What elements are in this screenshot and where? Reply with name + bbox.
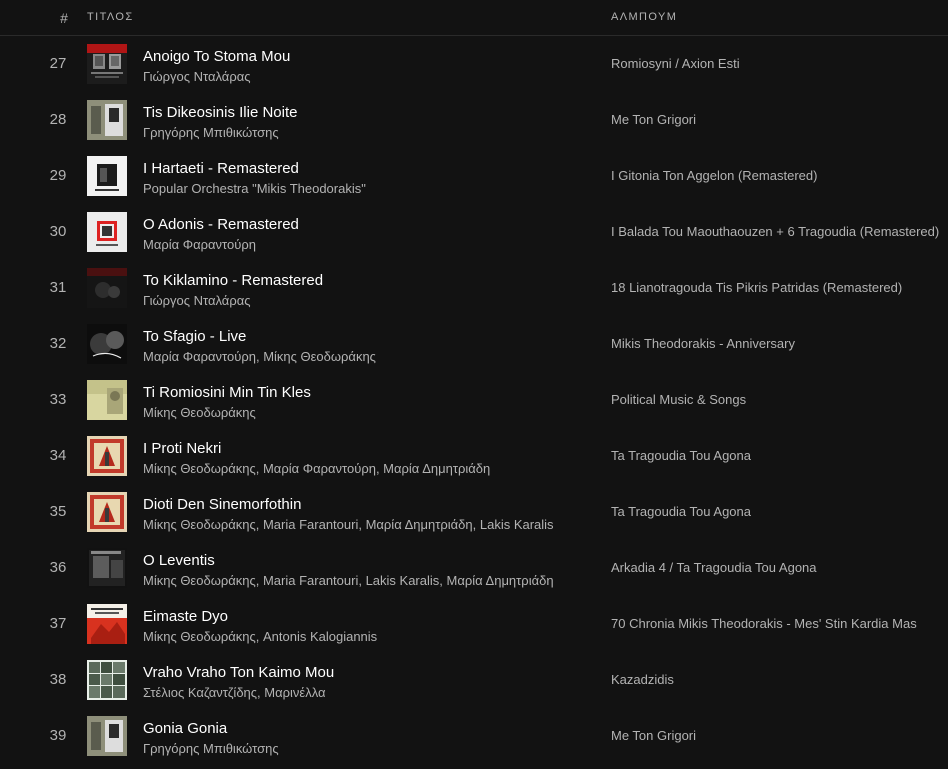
track-rows: 27 Anoigo To Stoma Mou Γιώργος Νταλάρας Rom… xyxy=(0,36,948,764)
album-cover-image xyxy=(87,44,127,84)
track-artist-link[interactable]: Μαρία Φαραντούρη xyxy=(143,237,256,252)
track-row[interactable]: 28 Tis Dikeosinis Ilie Noite Γρηγόρης Μπιθ… xyxy=(0,92,948,148)
album-cover-image xyxy=(87,660,127,700)
track-album-link[interactable]: Romiosyni / Axion Esti xyxy=(611,56,948,71)
track-title-link[interactable]: Ti Romiosini Min Tin Kles xyxy=(143,384,311,401)
track-title-link[interactable]: Gonia Gonia xyxy=(143,720,227,737)
album-cover-image xyxy=(87,156,127,196)
tracklist: # ΤΙΤΛΟΣ ΑΛΜΠΟΥΜ 27 Anoigo To Stoma Mou Γι… xyxy=(0,0,948,769)
track-title-link[interactable]: Tis Dikeosinis Ilie Noite xyxy=(143,104,298,121)
track-artist-link[interactable]: Μίκης Θεοδωράκης, Μαρία Φαραντούρη, Μαρί… xyxy=(143,461,490,476)
track-number: 34 xyxy=(49,447,67,464)
track-album-link[interactable]: Ta Tragoudia Tou Agona xyxy=(611,504,948,519)
track-number: 38 xyxy=(49,671,67,688)
track-album-link[interactable]: I Gitonia Ton Aggelon (Remastered) xyxy=(611,168,948,183)
track-album-link[interactable]: Ta Tragoudia Tou Agona xyxy=(611,448,948,463)
track-album-link[interactable]: 18 Lianotragouda Tis Pikris Patridas (Re… xyxy=(611,280,948,295)
column-header-album[interactable]: ΑΛΜΠΟΥΜ xyxy=(611,11,677,23)
track-artist-link[interactable]: Μίκης Θεοδωράκης xyxy=(143,405,256,420)
track-title-link[interactable]: Vraho Vraho Ton Kaimo Mou xyxy=(143,664,334,681)
track-number: 28 xyxy=(49,111,67,128)
track-number: 27 xyxy=(49,55,67,72)
track-number: 39 xyxy=(49,727,67,744)
track-title-link[interactable]: Dioti Den Sinemorfothin xyxy=(143,496,301,513)
track-artist-link[interactable]: Popular Orchestra "Mikis Theodorakis" xyxy=(143,181,366,196)
track-row[interactable]: 27 Anoigo To Stoma Mou Γιώργος Νταλάρας Rom… xyxy=(0,36,948,92)
track-row[interactable]: 34 I Proti Nekri Μίκης Θεοδωράκης, Μαρία Φ… xyxy=(0,428,948,484)
track-album-link[interactable]: Arkadia 4 / Ta Tragoudia Tou Agona xyxy=(611,560,948,575)
track-row[interactable]: 32 To Sfagio - Live Μαρία Φαραντούρη, Μίκη… xyxy=(0,316,948,372)
track-artist-link[interactable]: Μαρία Φαραντούρη, Μίκης Θεοδωράκης xyxy=(143,349,376,364)
track-artist-link[interactable]: Γιώργος Νταλάρας xyxy=(143,293,251,308)
track-title-link[interactable]: To Kiklamino - Remastered xyxy=(143,272,323,289)
track-artist-link[interactable]: Στέλιος Καζαντζίδης, Μαρινέλλα xyxy=(143,685,326,700)
track-number: 30 xyxy=(49,223,67,240)
album-cover-image xyxy=(87,492,127,532)
track-number: 36 xyxy=(49,559,67,576)
album-cover-image xyxy=(87,436,127,476)
column-header-title[interactable]: ΤΙΤΛΟΣ xyxy=(87,11,134,23)
track-album-link[interactable]: Me Ton Grigori xyxy=(611,112,948,127)
album-cover-image xyxy=(87,324,127,364)
track-title-link[interactable]: O Adonis - Remastered xyxy=(143,216,299,233)
track-title-link[interactable]: To Sfagio - Live xyxy=(143,328,246,345)
track-number: 35 xyxy=(49,503,67,520)
track-row[interactable]: 39 Gonia Gonia Γρηγόρης Μπιθικώτσης Me Ton … xyxy=(0,708,948,764)
track-artist-link[interactable]: Γρηγόρης Μπιθικώτσης xyxy=(143,125,279,140)
album-cover-image xyxy=(87,380,127,420)
album-cover-image xyxy=(87,100,127,140)
track-title-link[interactable]: I Hartaeti - Remastered xyxy=(143,160,299,177)
album-cover-image xyxy=(87,716,127,756)
track-title-link[interactable]: Eimaste Dyo xyxy=(143,608,228,625)
track-artist-link[interactable]: Γρηγόρης Μπιθικώτσης xyxy=(143,741,279,756)
track-album-link[interactable]: Mikis Theodorakis - Anniversary xyxy=(611,336,948,351)
track-title-link[interactable]: O Leventis xyxy=(143,552,215,569)
track-artist-link[interactable]: Μίκης Θεοδωράκης, Antonis Kalogiannis xyxy=(143,629,377,644)
track-number: 32 xyxy=(49,335,67,352)
track-number: 37 xyxy=(49,615,67,632)
track-number: 31 xyxy=(49,279,67,296)
tracklist-header: # ΤΙΤΛΟΣ ΑΛΜΠΟΥΜ xyxy=(0,0,948,36)
track-row[interactable]: 29 I Hartaeti - Remastered Popular Orchest… xyxy=(0,148,948,204)
track-album-link[interactable]: Political Music & Songs xyxy=(611,392,948,407)
track-title-link[interactable]: Anoigo To Stoma Mou xyxy=(143,48,290,65)
track-artist-link[interactable]: Μίκης Θεοδωράκης, Maria Farantouri, Laki… xyxy=(143,573,554,588)
track-album-link[interactable]: I Balada Tou Maouthaouzen + 6 Tragoudia … xyxy=(611,224,948,239)
track-artist-link[interactable]: Μίκης Θεοδωράκης, Maria Farantouri, Μαρί… xyxy=(143,517,554,532)
track-row[interactable]: 38 Vraho Vraho Ton Kaimo Mou Στέλιος Καζαν… xyxy=(0,652,948,708)
track-row[interactable]: 36 O Leventis Μίκης Θεοδωράκης, Maria Fara… xyxy=(0,540,948,596)
track-title-link[interactable]: I Proti Nekri xyxy=(143,440,221,457)
track-album-link[interactable]: Me Ton Grigori xyxy=(611,728,948,743)
track-album-link[interactable]: Kazadzidis xyxy=(611,672,948,687)
column-header-number[interactable]: # xyxy=(52,10,76,26)
track-row[interactable]: 37 Eimaste Dyo Μίκης Θεοδωράκης, Antonis K… xyxy=(0,596,948,652)
track-row[interactable]: 31 To Kiklamino - Remastered Γιώργος Νταλά… xyxy=(0,260,948,316)
track-number: 33 xyxy=(49,391,67,408)
track-number: 29 xyxy=(49,167,67,184)
track-row[interactable]: 35 Dioti Den Sinemorfothin Μίκης Θεοδωράκη… xyxy=(0,484,948,540)
track-artist-link[interactable]: Γιώργος Νταλάρας xyxy=(143,69,251,84)
track-row[interactable]: 33 Ti Romiosini Min Tin Kles Μίκης Θεοδωρά… xyxy=(0,372,948,428)
album-cover-image xyxy=(87,548,127,588)
album-cover-image xyxy=(87,212,127,252)
album-cover-image xyxy=(87,268,127,308)
track-album-link[interactable]: 70 Chronia Mikis Theodorakis - Mes' Stin… xyxy=(611,616,948,631)
album-cover-image xyxy=(87,604,127,644)
track-row[interactable]: 30 O Adonis - Remastered Μαρία Φαραντούρη I… xyxy=(0,204,948,260)
